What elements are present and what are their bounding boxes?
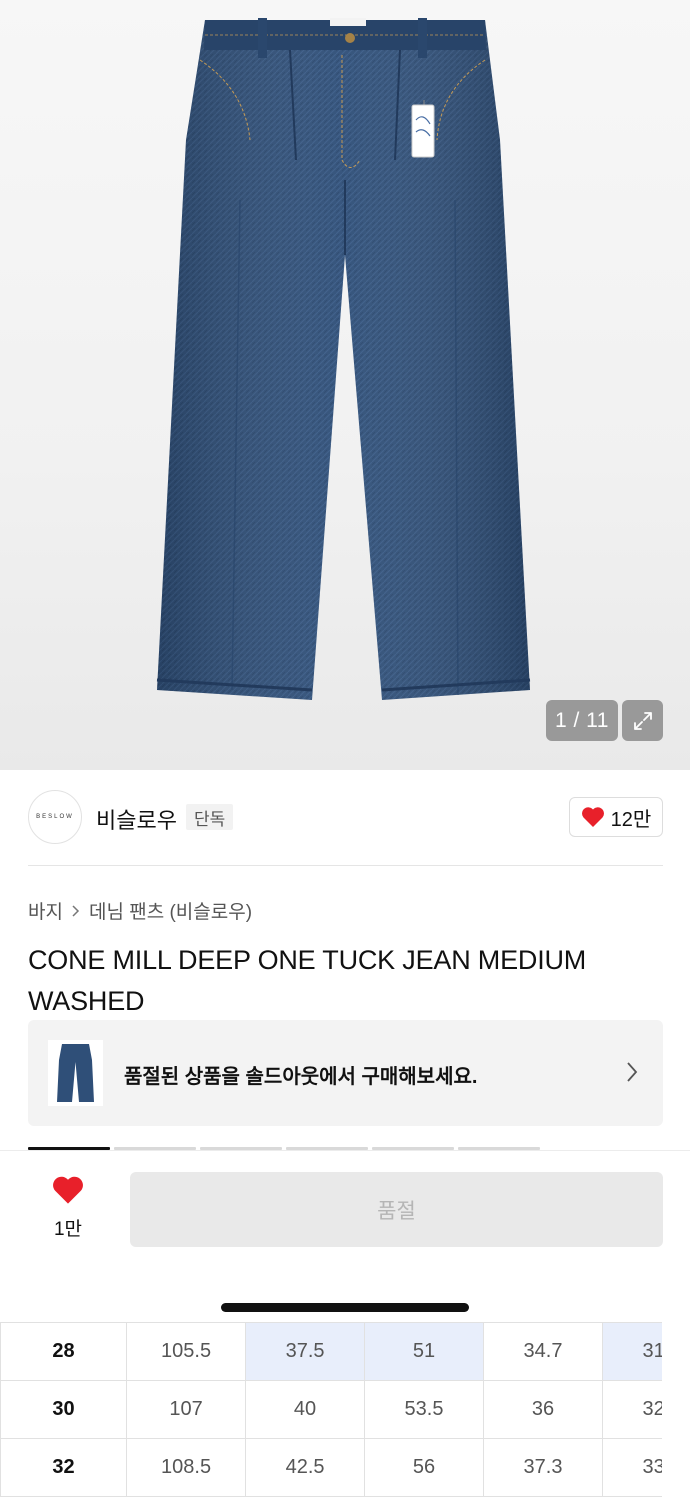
breadcrumb-item-subcategory[interactable]: 데님 팬츠 (비슬로우): [89, 897, 252, 924]
size-table-row: 32108.542.55637.333.5: [0, 1438, 690, 1497]
product-thumbnail: [48, 1040, 103, 1106]
home-indicator: [221, 1303, 469, 1312]
breadcrumb: 바지 데님 팬츠 (비슬로우): [28, 897, 252, 924]
brand-like-count: 12만: [610, 808, 652, 831]
size-label: 32: [0, 1438, 128, 1497]
purchase-bar: 1만 품절: [0, 1150, 690, 1275]
brand-name[interactable]: 비슬로우: [96, 803, 177, 835]
size-label: 28: [0, 1322, 128, 1381]
product-title: CONE MILL DEEP ONE TUCK JEAN MEDIUM WASH…: [28, 945, 587, 1016]
size-table-row: 301074053.53632.5: [0, 1380, 690, 1439]
soldout-banner[interactable]: 품절된 상품을 솔드아웃에서 구매해보세요.: [28, 1020, 663, 1126]
size-table-cell: 56: [364, 1438, 484, 1497]
divider: [28, 865, 663, 866]
size-table: 28105.537.55134.731.5301074053.53632.532…: [0, 1322, 690, 1500]
size-table-cell: 42.5: [245, 1438, 366, 1497]
soldout-banner-message: 품절된 상품을 솔드아웃에서 구매해보세요.: [124, 1066, 478, 1088]
chevron-right-icon: [627, 1062, 638, 1082]
image-counter: 1 / 11: [546, 700, 618, 741]
size-label: 30: [0, 1380, 128, 1439]
size-table-cell: 36: [483, 1380, 603, 1439]
size-table-cell: 108.5: [126, 1438, 247, 1497]
soldout-button[interactable]: 품절: [130, 1172, 663, 1247]
brand-like-button[interactable]: 12만: [569, 797, 663, 837]
product-image-gallery[interactable]: 1 / 11: [0, 0, 690, 770]
expand-button[interactable]: [622, 700, 663, 741]
size-table-cell: 51: [364, 1322, 484, 1381]
heart-icon: [53, 1176, 83, 1204]
size-table-cell: 37.3: [483, 1438, 603, 1497]
size-table-cell: 107: [126, 1380, 247, 1439]
brand-logo[interactable]: BESLOW: [28, 790, 82, 844]
heart-icon: [581, 807, 604, 827]
expand-icon: [633, 711, 652, 730]
size-table-cell: 34.7: [483, 1322, 603, 1381]
like-button[interactable]: 1만: [38, 1175, 98, 1241]
chevron-right-icon: [72, 904, 80, 917]
product-photo-jeans: [156, 18, 531, 700]
size-table-cell: 105.5: [126, 1322, 247, 1381]
breadcrumb-item-category[interactable]: 바지: [28, 897, 63, 924]
exclusive-badge: 단독: [186, 804, 234, 830]
size-table-cell: 53.5: [364, 1380, 484, 1439]
size-table-cell: 37.5: [245, 1322, 366, 1381]
size-table-cell: 40: [245, 1380, 366, 1439]
like-count: 1만: [53, 1219, 83, 1240]
brand-logo-text: BESLOW: [36, 814, 74, 820]
size-table-row: 28105.537.55134.731.5: [0, 1322, 690, 1381]
